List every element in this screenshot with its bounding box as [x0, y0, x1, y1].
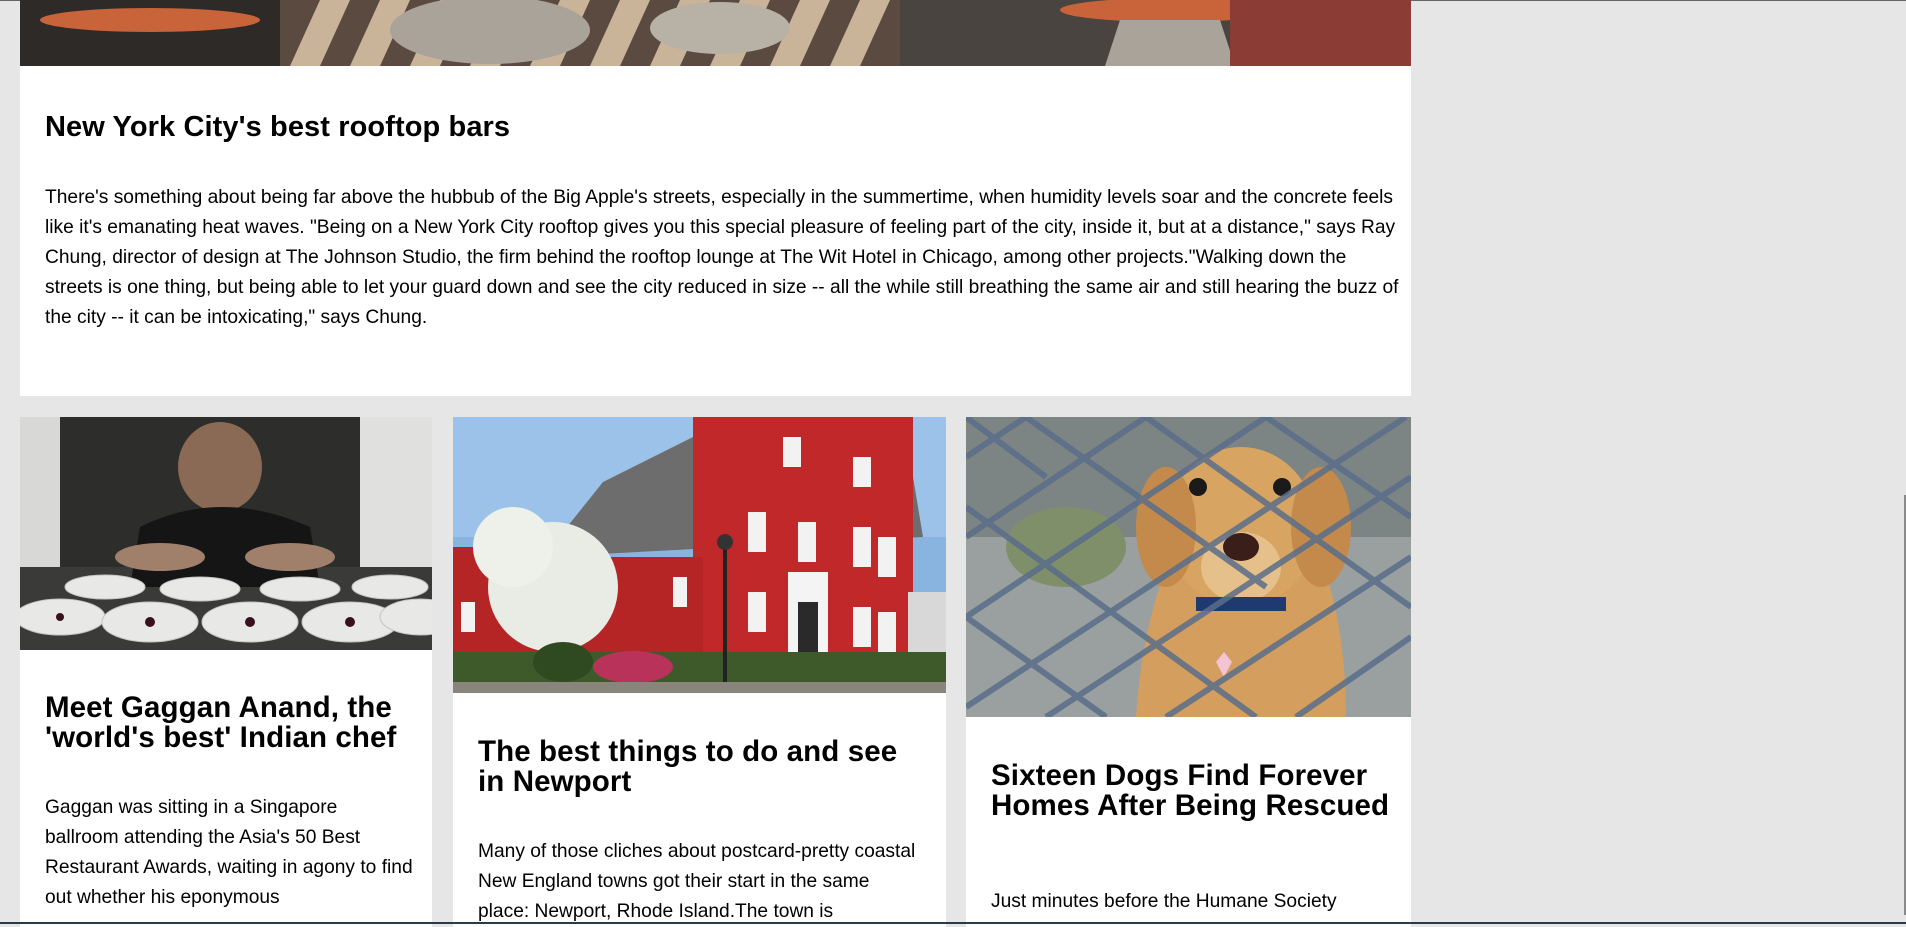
- article-card-gaggan-anand[interactable]: Meet Gaggan Anand, the 'world's best' In…: [20, 417, 432, 927]
- article-title[interactable]: New York City's best rooftop bars: [45, 110, 1385, 144]
- article-summary: Gaggan was sitting in a Singapore ballro…: [45, 797, 413, 908]
- dog-behind-fence-image[interactable]: [966, 417, 1411, 717]
- article-summary: Just minutes before the Humane Society: [991, 891, 1337, 912]
- article-summary: There's something about being far above …: [45, 187, 1399, 328]
- article-title[interactable]: Meet Gaggan Anand, the 'world's best' In…: [45, 693, 415, 753]
- scrollbar-marker[interactable]: [1900, 495, 1906, 915]
- rooftop-bar-image[interactable]: [20, 0, 1411, 66]
- article-card-newport[interactable]: The best things to do and see in Newport…: [453, 417, 946, 927]
- newport-house-image[interactable]: [453, 417, 946, 693]
- article-title[interactable]: Sixteen Dogs Find Forever Homes After Be…: [991, 761, 1391, 821]
- article-card-rescued-dogs[interactable]: Sixteen Dogs Find Forever Homes After Be…: [966, 417, 1411, 927]
- chef-plating-image[interactable]: [20, 417, 432, 650]
- article-card-rooftop-bars[interactable]: New York City's best rooftop bars There'…: [20, 0, 1411, 396]
- article-title[interactable]: The best things to do and see in Newport: [478, 737, 923, 797]
- article-summary: Many of those cliches about postcard-pre…: [478, 841, 916, 922]
